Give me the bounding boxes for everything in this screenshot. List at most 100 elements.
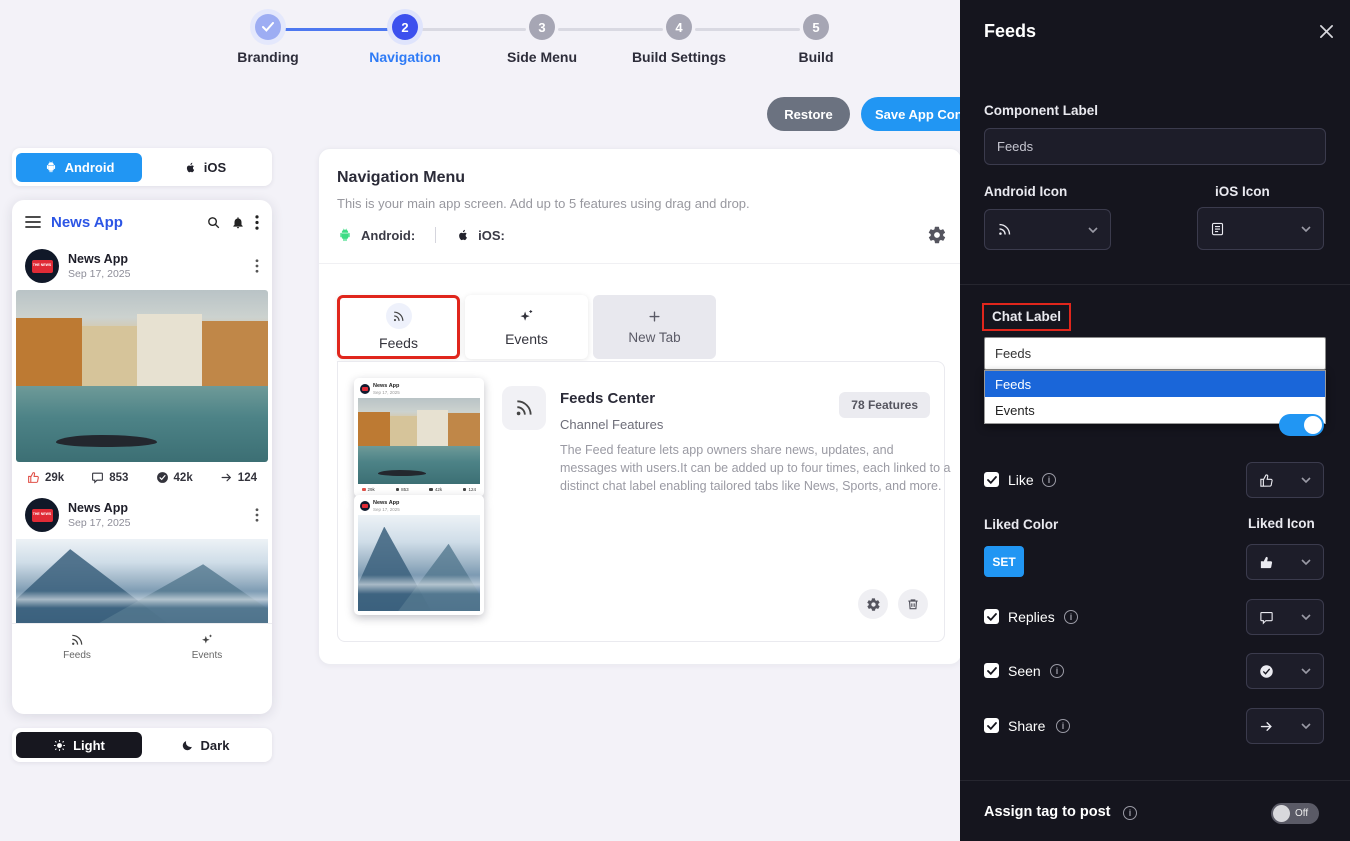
ios-icon-dropdown[interactable] — [1197, 207, 1324, 250]
search-icon — [206, 215, 221, 230]
preview-thumbnail: News AppSep 17, 2025 — [354, 495, 484, 615]
stepper-step-branding[interactable]: Branding — [213, 14, 323, 65]
seen-stat: 42k — [156, 471, 193, 484]
platform-android-button[interactable]: Android — [16, 153, 142, 182]
step-number: 2 — [392, 14, 418, 40]
rss-icon — [502, 386, 546, 430]
shares-stat: 124 — [220, 471, 257, 484]
tab-label: New Tab — [628, 330, 680, 345]
share-icon-dropdown[interactable] — [1246, 708, 1324, 744]
apple-icon — [184, 160, 197, 175]
info-icon[interactable]: i — [1050, 664, 1064, 678]
stepper-step-navigation[interactable]: 2 Navigation — [350, 14, 460, 65]
restore-button[interactable]: Restore — [767, 97, 850, 131]
seen-icon-dropdown[interactable] — [1246, 653, 1324, 689]
component-label-label: Component Label — [984, 103, 1098, 118]
theme-light-button[interactable]: Light — [16, 732, 142, 758]
chevron-down-icon — [1301, 559, 1311, 565]
replies-icon-dropdown[interactable] — [1246, 599, 1324, 635]
post-stats-row: 29k 853 42k 124 — [12, 462, 272, 493]
chat-option-events[interactable]: Events — [985, 397, 1325, 423]
replies-checkbox[interactable] — [984, 609, 999, 624]
info-icon[interactable]: i — [1064, 610, 1078, 624]
step-label: Branding — [237, 49, 298, 65]
like-checkbox[interactable] — [984, 472, 999, 487]
editor-tab-events[interactable]: Events — [465, 295, 588, 359]
arrow-right-icon — [1259, 719, 1274, 734]
seen-label: Seen — [1008, 663, 1041, 679]
chat-label-highlight: Chat Label — [982, 303, 1071, 331]
like-label: Like — [1008, 472, 1034, 488]
chat-label-select[interactable]: Feeds — [984, 337, 1326, 370]
divider — [960, 284, 1350, 285]
theme-dark-label: Dark — [201, 738, 230, 753]
divider — [960, 780, 1350, 781]
kebab-icon — [255, 508, 259, 522]
stepper-step-side-menu[interactable]: 3 Side Menu — [487, 14, 597, 65]
toggle-off-label: Off — [1295, 808, 1308, 819]
progress-stepper: Branding 2 Navigation 3 Side Menu 4 Buil… — [0, 0, 960, 80]
liked-icon-dropdown[interactable] — [1246, 544, 1324, 580]
share-checkbox[interactable] — [984, 718, 999, 733]
chat-label-label: Chat Label — [992, 309, 1061, 324]
feature-title: Feeds Center — [560, 390, 655, 407]
info-icon[interactable]: i — [1056, 719, 1070, 733]
sparkle-icon — [518, 308, 535, 325]
editor-tab-feeds[interactable]: Feeds — [337, 295, 460, 359]
seen-checkbox[interactable] — [984, 663, 999, 678]
platform-android-label: Android — [65, 160, 115, 175]
bell-icon — [231, 215, 245, 230]
editor-settings-gear-icon[interactable] — [927, 225, 947, 245]
ios-icon-label: iOS Icon — [1215, 184, 1270, 199]
step-number: 5 — [803, 14, 829, 40]
stepper-step-build[interactable]: 5 Build — [761, 14, 871, 65]
divider — [435, 227, 436, 243]
post-date: Sep 17, 2025 — [68, 268, 130, 280]
document-icon — [1210, 221, 1225, 237]
chevron-down-icon — [1301, 668, 1311, 674]
component-label-input[interactable]: Feeds — [984, 128, 1326, 165]
theme-toggle: Light Dark — [12, 728, 272, 762]
chat-option-feeds[interactable]: Feeds — [985, 371, 1325, 397]
editor-tab-new[interactable]: New Tab — [593, 295, 716, 359]
preview-thumbnail: News AppSep 17, 2025 29k 853 42k 124 — [354, 378, 484, 497]
stepper-step-build-settings[interactable]: 4 Build Settings — [624, 14, 734, 65]
thumbs-up-icon — [1259, 473, 1274, 488]
theme-dark-button[interactable]: Dark — [142, 732, 268, 758]
info-icon[interactable]: i — [1123, 806, 1137, 820]
plus-icon — [647, 309, 662, 324]
hidden-setting-toggle[interactable] — [1279, 414, 1324, 436]
android-icon — [44, 160, 58, 174]
step-label: Side Menu — [507, 49, 577, 65]
sun-icon — [53, 739, 66, 752]
feature-delete-trash-icon[interactable] — [898, 589, 928, 619]
like-icon-dropdown[interactable] — [1246, 462, 1324, 498]
share-label: Share — [1008, 718, 1045, 734]
set-liked-color-button[interactable]: SET — [984, 546, 1024, 577]
assign-tag-label: Assign tag to post — [984, 804, 1110, 820]
chevron-down-icon — [1301, 723, 1311, 729]
close-icon[interactable] — [1319, 24, 1334, 39]
post-author: News App — [68, 252, 130, 266]
avatar: THE NEWS — [25, 249, 59, 283]
avatar-badge: THE NEWS — [32, 509, 53, 522]
platform-ios-button[interactable]: iOS — [142, 153, 268, 182]
platform-ios-label: iOS — [204, 160, 226, 175]
feature-settings-gear-icon[interactable] — [858, 589, 888, 619]
assign-tag-toggle[interactable]: Off — [1271, 803, 1319, 824]
preview-app-title: News App — [51, 214, 123, 231]
theme-light-label: Light — [73, 738, 105, 753]
mountain-post-image — [16, 539, 268, 623]
editor-android-label: Android: — [361, 228, 415, 243]
android-icon-dropdown[interactable] — [984, 209, 1111, 250]
likes-stat: 29k — [27, 471, 64, 484]
comment-icon — [91, 471, 104, 484]
kebab-icon — [255, 215, 259, 230]
platform-toggle: Android iOS — [12, 148, 272, 186]
replies-label: Replies — [1008, 609, 1055, 625]
feature-description: The Feed feature lets app owners share n… — [560, 441, 952, 495]
android-icon — [337, 227, 353, 243]
info-icon[interactable]: i — [1042, 473, 1056, 487]
feature-count-badge: 78 Features — [839, 392, 930, 418]
like-icon — [27, 471, 40, 484]
